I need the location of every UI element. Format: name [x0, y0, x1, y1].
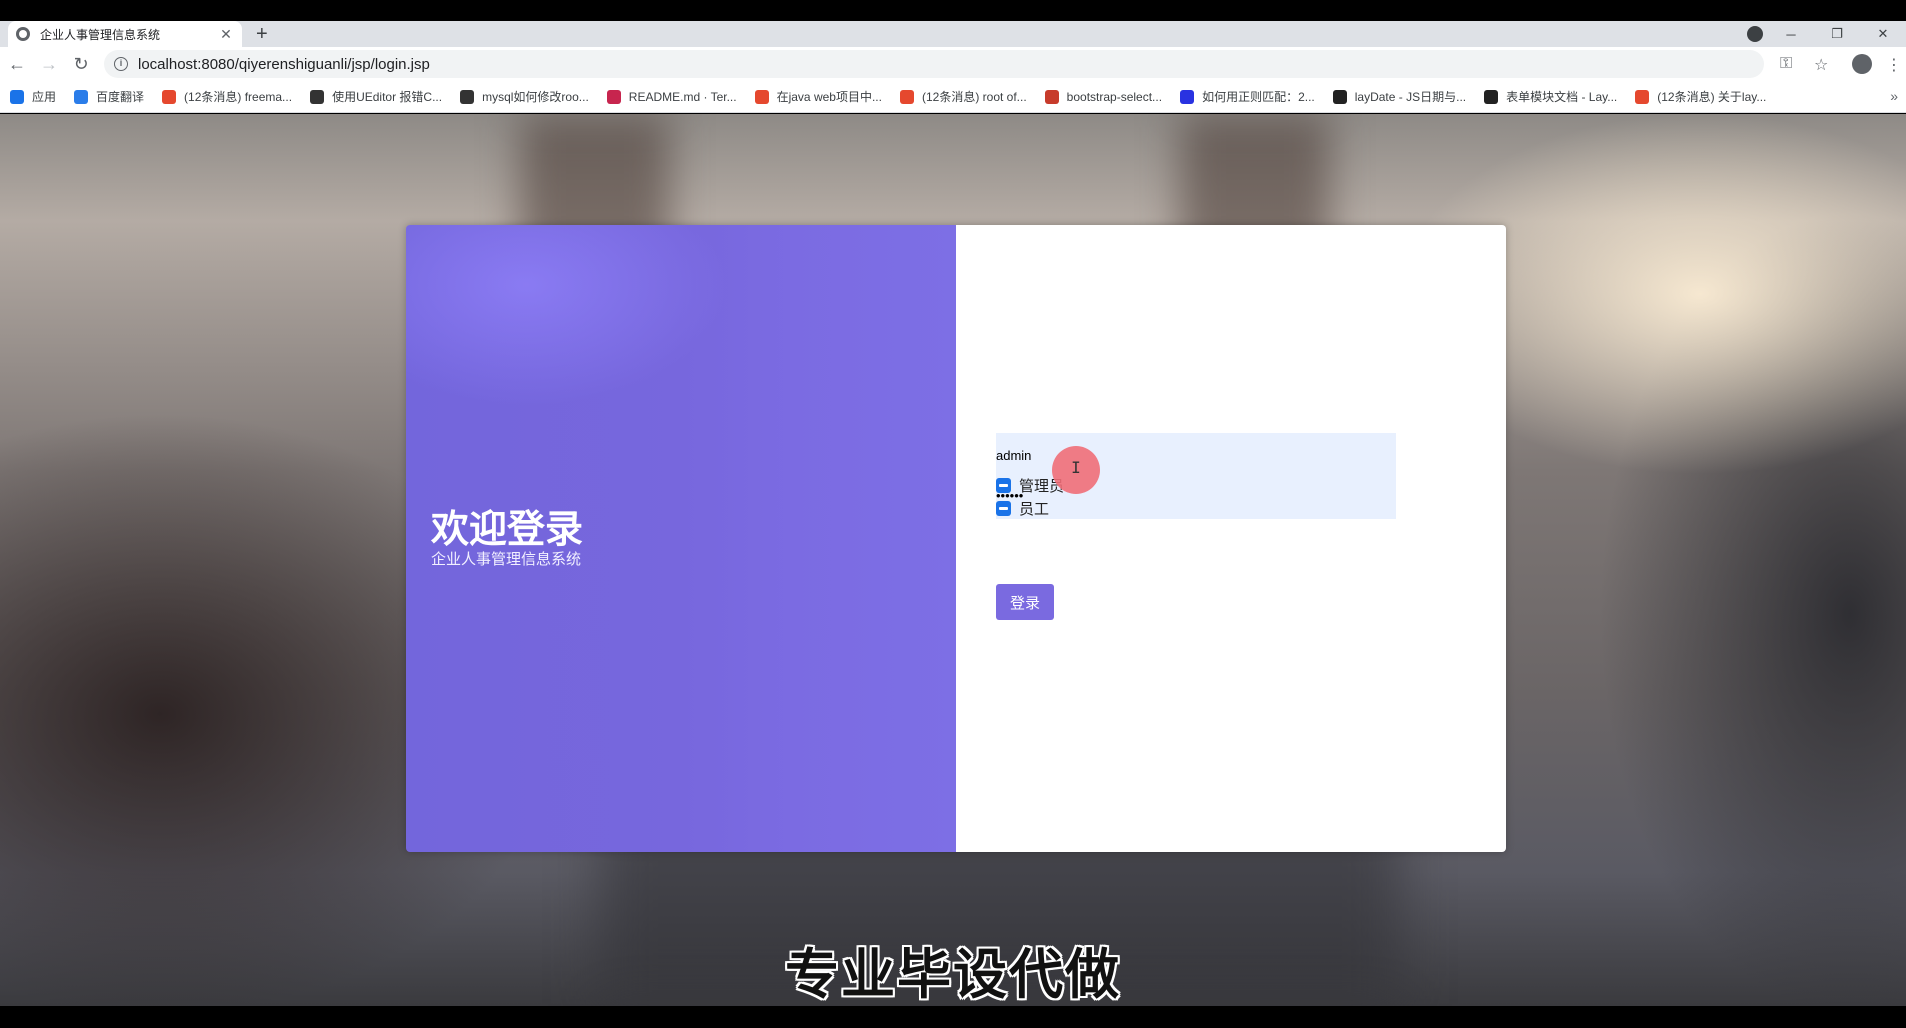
bookmark-label: bootstrap-select... [1066, 89, 1163, 104]
login-button[interactable]: 登录 [996, 584, 1054, 620]
bookmark-label: 在java web项目中... [776, 90, 882, 104]
cursor-highlight: I [1052, 446, 1100, 494]
bookmark-item[interactable]: (12条消息) root of... [899, 88, 1027, 105]
bookmark-item[interactable]: 表单模块文档 - Lay... [1484, 88, 1617, 105]
star-icon[interactable]: ☆ [1814, 55, 1828, 75]
bookmark-item[interactable]: 使用UEditor 报错C... [310, 88, 442, 105]
bookmark-item[interactable]: (12条消息) 关于lay... [1635, 88, 1766, 105]
bookmark-label: 百度翻译 [96, 90, 145, 104]
bookmark-label: (12条消息) freema... [184, 90, 293, 104]
top-letterbox [0, 0, 1906, 21]
window-controls: ─ ❐ ✕ [1768, 21, 1906, 47]
welcome-heading: 欢迎登录 [431, 507, 584, 551]
profile-menu-icon[interactable] [1747, 26, 1763, 42]
bookmark-label: mysql如何修改roo... [482, 90, 589, 104]
back-arrow-icon[interactable]: ← [6, 53, 28, 75]
bookmark-favicon-icon [754, 89, 769, 104]
bookmark-favicon-icon [1044, 89, 1059, 104]
bookmark-item[interactable]: mysql如何修改roo... [460, 88, 589, 105]
screen: 企业人事管理信息系统 ✕ + ─ ❐ ✕ ← → ↻ i localhost:8… [0, 0, 1906, 1028]
bookmark-item[interactable]: 如何用正则匹配：2... [1180, 88, 1315, 105]
bookmark-label: 表单模块文档 - Lay... [1506, 90, 1618, 104]
close-window-button[interactable]: ✕ [1860, 26, 1906, 42]
bookmark-item[interactable]: README.md · Ter... [606, 89, 737, 104]
bookmark-label: layDate - JS日期与... [1354, 90, 1467, 104]
employee-checkbox[interactable] [996, 501, 1011, 516]
bookmark-favicon-icon [1332, 89, 1347, 104]
system-name: 企业人事管理信息系统 [431, 550, 582, 568]
video-caption: 专业毕设代做 [785, 943, 1121, 1006]
bookmark-item[interactable]: 在java web项目中... [754, 88, 882, 105]
globe-icon [16, 27, 30, 41]
bookmark-favicon-icon [1180, 89, 1195, 104]
text-cursor-icon: I [1071, 458, 1081, 477]
bookmarks-overflow-icon[interactable]: » [1890, 88, 1898, 104]
login-card: 欢迎登录 企业人事管理信息系统 管理员 员工 登录 [406, 225, 1506, 852]
apps-grid-icon [10, 89, 24, 104]
minimize-button[interactable]: ─ [1768, 27, 1814, 42]
login-page: 欢迎登录 企业人事管理信息系统 管理员 员工 登录 [0, 114, 1906, 1006]
tab-title: 企业人事管理信息系统 [40, 27, 161, 42]
key-icon[interactable]: ⚿ [1780, 55, 1792, 73]
bookmark-favicon-icon [74, 89, 89, 104]
bookmark-label: (12条消息) root of... [921, 90, 1027, 104]
bookmark-favicon-icon [162, 89, 177, 104]
bookmark-item[interactable]: layDate - JS日期与... [1332, 88, 1467, 105]
role-employee-option[interactable]: 员工 [996, 498, 1049, 519]
bookmark-item[interactable]: bootstrap-select... [1044, 89, 1163, 104]
bookmark-favicon-icon [310, 89, 325, 104]
employee-label: 员工 [1019, 500, 1050, 518]
address-bar[interactable]: i localhost:8080/qiyerenshiguanli/jsp/lo… [104, 50, 1764, 78]
site-info-icon[interactable]: i [114, 57, 128, 71]
bookmark-favicon-icon [460, 89, 475, 104]
bookmark-label: 使用UEditor 报错C... [332, 90, 443, 104]
tab-strip: 企业人事管理信息系统 ✕ + ─ ❐ ✕ [0, 21, 1906, 47]
bookmark-favicon-icon [1484, 89, 1499, 104]
welcome-panel: 欢迎登录 企业人事管理信息系统 [406, 225, 956, 852]
bookmark-label: 如何用正则匹配：2... [1202, 90, 1315, 104]
bookmark-item[interactable]: 应用 [10, 88, 56, 105]
bookmark-label: README.md · Ter... [628, 89, 737, 104]
url-text[interactable]: localhost:8080/qiyerenshiguanli/jsp/logi… [138, 56, 430, 73]
bookmark-favicon-icon [899, 89, 914, 104]
reload-icon[interactable]: ↻ [70, 53, 92, 75]
bookmarks-bar: 应用 百度翻译 (12条消息) freema... 使用UEditor 报错C... m… [0, 81, 1906, 113]
browser-toolbar: ← → ↻ i localhost:8080/qiyerenshiguanli/… [0, 47, 1906, 81]
admin-checkbox[interactable] [996, 478, 1011, 493]
bookmark-item[interactable]: 百度翻译 [74, 88, 144, 105]
login-form-panel: 管理员 员工 登录 [956, 225, 1506, 852]
bookmark-favicon-icon [606, 89, 621, 104]
browser-tab[interactable]: 企业人事管理信息系统 ✕ [8, 21, 242, 47]
more-menu-icon[interactable]: ⋮ [1886, 55, 1902, 75]
bookmark-label: (12条消息) 关于lay... [1657, 90, 1767, 104]
new-tab-button[interactable]: + [256, 23, 268, 45]
bookmark-item[interactable]: (12条消息) freema... [162, 88, 292, 105]
tab-close-icon[interactable]: ✕ [218, 26, 234, 43]
account-avatar-icon[interactable] [1852, 54, 1872, 74]
bookmark-favicon-icon [1635, 89, 1650, 104]
forward-arrow-icon[interactable]: → [38, 53, 60, 75]
bookmark-label: 应用 [32, 90, 57, 104]
restore-button[interactable]: ❐ [1814, 26, 1860, 42]
bottom-letterbox [0, 1006, 1906, 1028]
